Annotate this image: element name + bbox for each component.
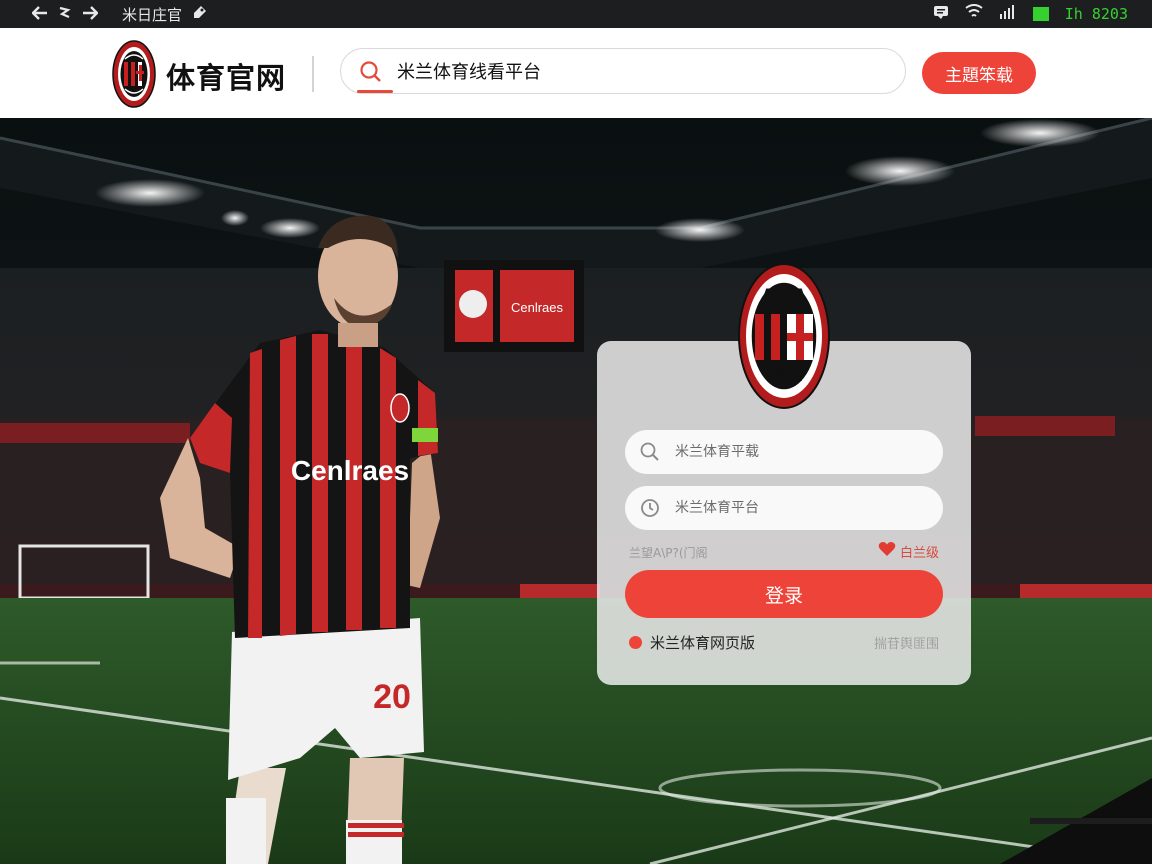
password-input[interactable]	[673, 499, 937, 517]
help-link[interactable]: 揣苷舆匪围	[874, 633, 939, 652]
web-version-link[interactable]: 米兰体育网页版	[629, 632, 755, 653]
ac-milan-crest-icon: ACA 9ßIA	[737, 262, 831, 410]
ac-milan-crest-icon[interactable]	[112, 40, 156, 108]
search-icon[interactable]	[359, 60, 383, 84]
download-button[interactable]: 主題笨载	[922, 52, 1036, 94]
username-input[interactable]	[673, 443, 937, 461]
forgot-link[interactable]: 白兰级	[878, 541, 939, 561]
shorts-number: 20	[373, 678, 411, 716]
status-time: Ih 8203	[1064, 5, 1128, 23]
wifi-icon	[965, 4, 983, 24]
login-button[interactable]: 登录	[625, 570, 943, 618]
web-version-label: 米兰体育网页版	[650, 634, 756, 652]
arrow-right-icon[interactable]	[82, 5, 99, 24]
password-field[interactable]	[625, 486, 943, 530]
battery-icon	[1032, 7, 1049, 21]
jersey-sponsor-text: Cenlraes	[291, 455, 409, 486]
scoreboard-text: Cenlraes	[511, 300, 564, 315]
search-bar[interactable]	[340, 48, 906, 94]
forgot-label: 白兰级	[899, 545, 939, 561]
crest-bottom-text: 9ßIA	[766, 366, 803, 385]
signal-icon	[999, 4, 1017, 24]
stadium-scene: Cenlraes 20 Cenlraes	[0, 118, 1152, 864]
brand-dot-icon	[629, 636, 642, 649]
tag-icon	[192, 4, 208, 24]
hero-stadium-image: Cenlraes 20 Cenlraes 米兰体育平载 兰望A\P?(门阁 白兰…	[0, 118, 1152, 864]
message-icon	[933, 4, 949, 24]
header-divider	[312, 56, 314, 92]
search-input[interactable]	[397, 49, 877, 93]
username-field[interactable]	[625, 430, 943, 474]
lock-icon	[639, 497, 661, 519]
site-header: 体育官网 主題笨载	[0, 28, 1152, 118]
flag-icon	[58, 5, 72, 24]
search-accent-bar	[357, 90, 393, 93]
agreement-text[interactable]: 兰望A\P?(门阁	[629, 544, 708, 561]
search-icon	[639, 441, 661, 463]
arrow-left-icon[interactable]	[31, 5, 48, 24]
crest-top-text: ACA	[760, 284, 808, 309]
status-bar: 米日庄官 Ih 8203	[0, 0, 1152, 28]
status-title: 米日庄官	[122, 5, 183, 24]
heart-icon	[878, 541, 896, 561]
site-name[interactable]: 体育官网	[166, 55, 286, 97]
